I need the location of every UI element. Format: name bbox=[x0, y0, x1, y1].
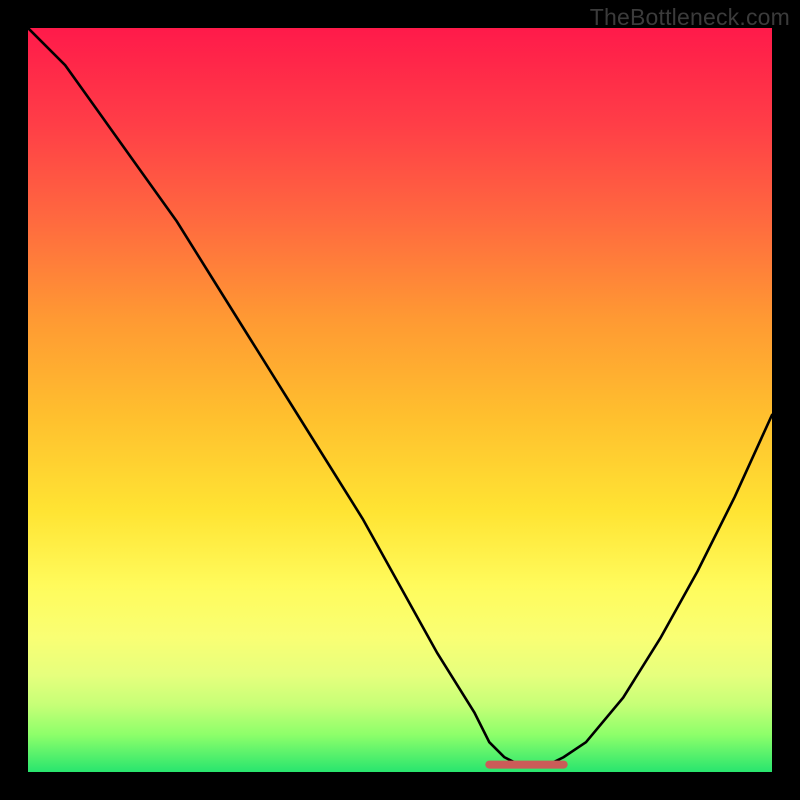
plot-area bbox=[28, 28, 772, 772]
chart-svg bbox=[28, 28, 772, 772]
series-curve bbox=[28, 28, 772, 765]
chart-canvas: TheBottleneck.com bbox=[0, 0, 800, 800]
watermark-text: TheBottleneck.com bbox=[590, 4, 790, 31]
